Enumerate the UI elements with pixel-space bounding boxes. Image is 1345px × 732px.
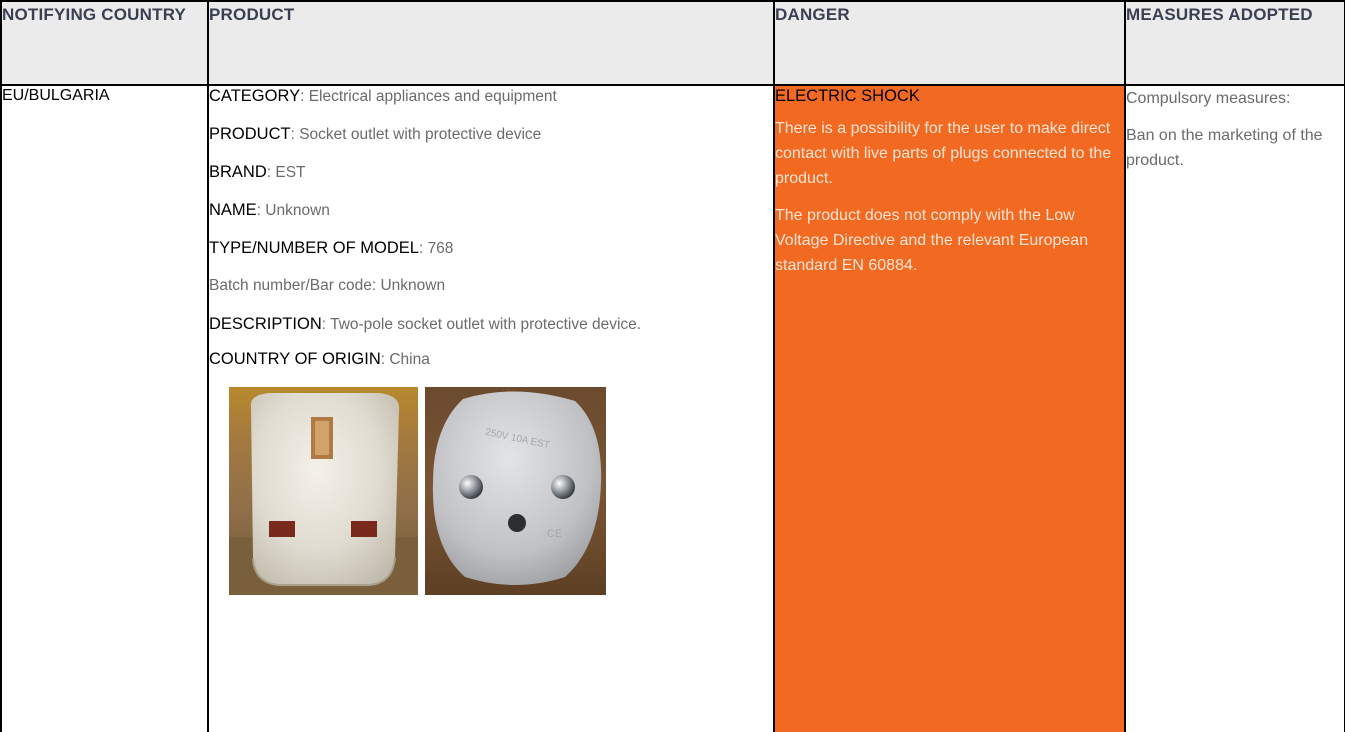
description-label: DESCRIPTION [209, 315, 322, 333]
category-label: CATEGORY [209, 87, 301, 105]
country-cell: EU/BULGARIA [0, 84, 209, 732]
model-line: TYPE/NUMBER OF MODEL: 768 [209, 238, 773, 259]
svg-text:CE: CE [547, 528, 562, 540]
product-line: PRODUCT: Socket outlet with protective d… [209, 124, 773, 145]
name-line: NAME: Unknown [209, 200, 773, 221]
adapter-front-illustration [229, 393, 418, 595]
product-value: : Socket outlet with protective device [290, 126, 542, 143]
schuko-plug-photo: 250V 10A EST CE [425, 387, 606, 595]
product-label: PRODUCT [209, 125, 291, 143]
danger-paragraph-1: There is a possibility for the user to m… [775, 120, 1112, 187]
origin-line: COUNTRY OF ORIGIN: China [209, 349, 773, 370]
danger-paragraph-2: The product does not comply with the Low… [775, 207, 1089, 274]
header-measures-adopted: MEASURES ADOPTED [1124, 0, 1345, 86]
measures-paragraph-1: Compulsory measures: [1126, 90, 1291, 107]
batch-line: Batch number/Bar code: Unknown [209, 276, 773, 296]
header-product: PRODUCT [207, 0, 775, 86]
header-notifying-country: NOTIFYING COUNTRY [0, 0, 209, 86]
brand-line: BRAND: EST [209, 162, 773, 183]
header-danger: DANGER [773, 0, 1126, 86]
measures-paragraph-2: Ban on the marketing of the product. [1126, 127, 1323, 169]
category-line: CATEGORY: Electrical appliances and equi… [209, 86, 773, 107]
rapex-notification-table: NOTIFYING COUNTRY PRODUCT DANGER MEASURE… [0, 0, 1345, 732]
danger-title: ELECTRIC SHOCK [775, 87, 920, 105]
batch-text: Batch number/Bar code: Unknown [209, 277, 446, 294]
name-value: : Unknown [256, 202, 330, 219]
model-label: TYPE/NUMBER OF MODEL [209, 239, 419, 257]
origin-label: COUNTRY OF ORIGIN [209, 350, 381, 368]
description-line: DESCRIPTION: Two-pole socket outlet with… [209, 313, 773, 336]
product-photos: 250V 10A EST CE [229, 387, 773, 595]
schuko-plug-illustration: 250V 10A EST CE [432, 391, 602, 585]
brand-value: : EST [266, 164, 306, 181]
danger-cell: ELECTRIC SHOCK There is a possibility fo… [773, 84, 1126, 732]
brand-label: BRAND [209, 163, 267, 181]
adapter-front-photo [229, 387, 418, 595]
notifying-country: EU/BULGARIA [2, 87, 110, 104]
product-cell: CATEGORY: Electrical appliances and equi… [207, 84, 775, 732]
table-row: EU/BULGARIA CATEGORY: Electrical applian… [0, 84, 1345, 732]
origin-value: : China [380, 351, 430, 368]
category-value: : Electrical appliances and equipment [300, 88, 557, 105]
table-header-row: NOTIFYING COUNTRY PRODUCT DANGER MEASURE… [0, 0, 1345, 86]
name-label: NAME [209, 201, 257, 219]
description-value: : Two-pole socket outlet with protective… [321, 316, 642, 333]
page: NOTIFYING COUNTRY PRODUCT DANGER MEASURE… [0, 0, 1345, 732]
measures-cell: Compulsory measures: Ban on the marketin… [1124, 84, 1345, 732]
model-value: : 768 [418, 240, 454, 257]
